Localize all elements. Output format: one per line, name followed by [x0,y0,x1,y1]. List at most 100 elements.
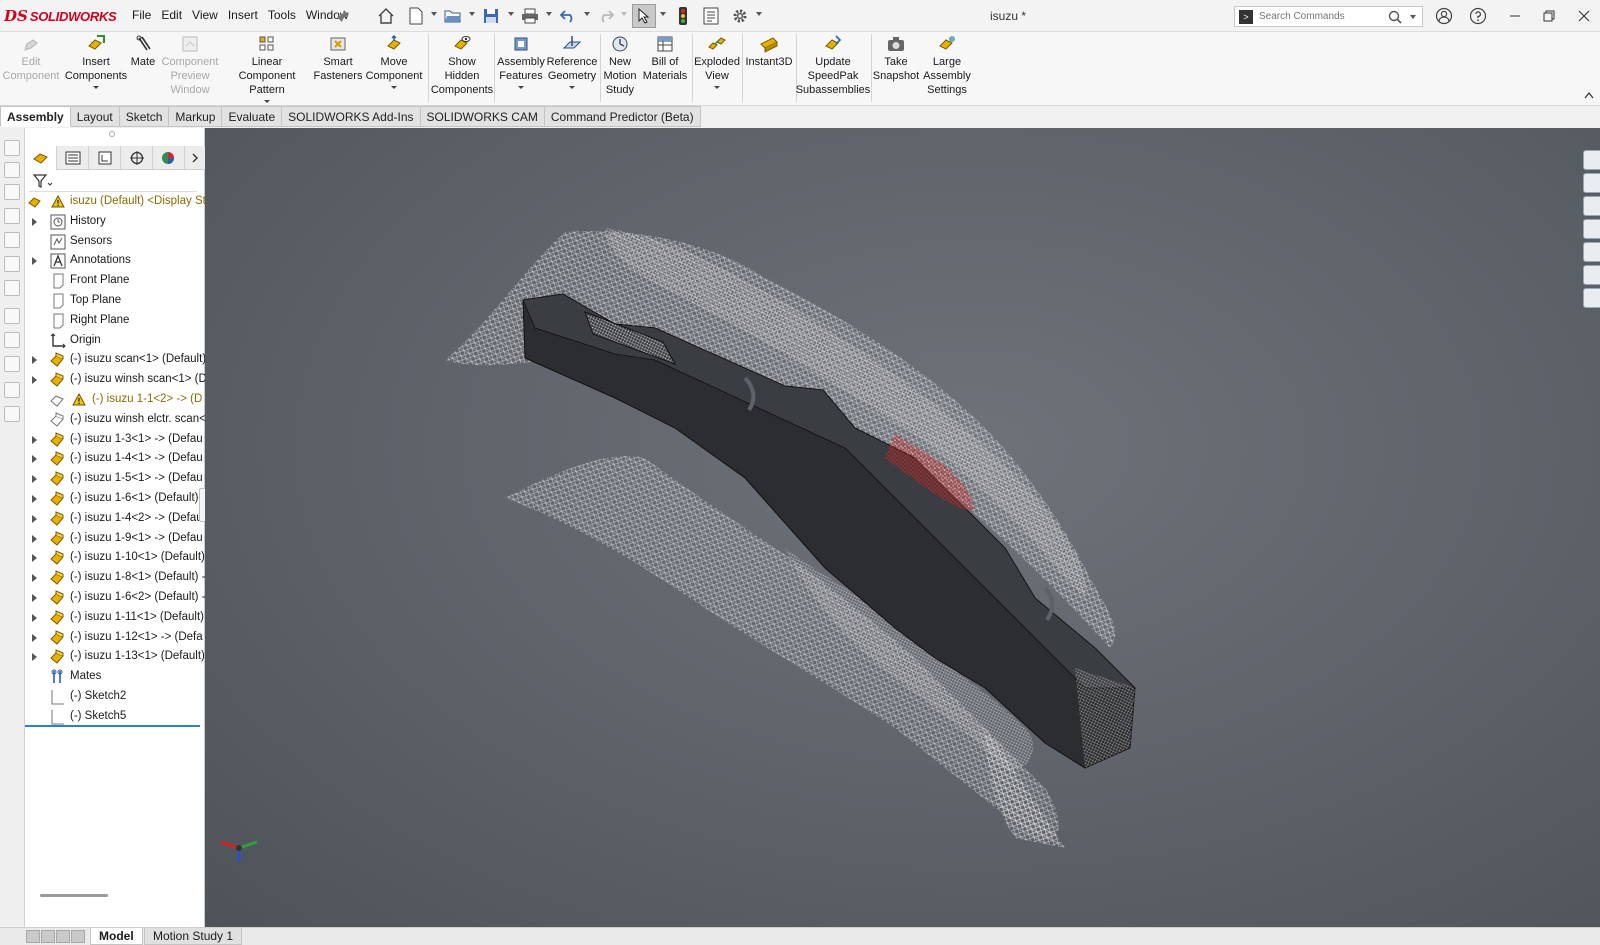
tree-item[interactable]: History [25,212,205,232]
menu-edit[interactable]: Edit [161,8,182,22]
search-icon[interactable] [1388,10,1402,24]
tree-item[interactable]: Sensors [25,232,205,252]
cam-tool-icon[interactable] [4,140,20,156]
rollback-bar[interactable] [25,725,200,727]
more-tabs-chevron-icon[interactable] [185,146,205,170]
smart-fasteners-button[interactable]: Smart Fasteners [314,34,362,83]
tree-item[interactable]: (-) isuzu 1-4<1> -> (Defau [25,449,205,469]
cam-tool-icon[interactable] [4,232,20,248]
tab-assembly[interactable]: Assembly [0,106,71,127]
exploded-view-dropdown-icon[interactable] [714,86,720,89]
expand-arrow-icon[interactable] [32,633,37,642]
tree-item[interactable]: (-) isuzu 1-3<1> -> (Defau [25,430,205,450]
help-icon[interactable] [1466,4,1490,28]
select-dropdown-icon[interactable] [660,12,666,16]
graphics-area[interactable] [205,128,1600,927]
insert-components-dropdown-icon[interactable] [93,86,99,89]
solidworks-resources-icon[interactable] [1583,150,1600,170]
insert-components-button[interactable]: Insert Components [62,34,130,89]
search-dropdown-icon[interactable] [1410,14,1416,19]
expand-arrow-icon[interactable] [32,554,37,563]
tree-item[interactable]: Right Plane [25,311,205,331]
cam-tool-icon[interactable] [4,356,20,372]
design-library-icon[interactable] [1583,196,1600,216]
undo-dropdown-icon[interactable] [584,12,590,16]
tree-item[interactable]: (-) isuzu scan<1> (Default) [25,350,205,370]
mate-button[interactable]: Mate [128,34,158,69]
expand-arrow-icon[interactable] [32,494,37,503]
first-tab-button[interactable] [26,930,40,943]
expand-arrow-icon[interactable] [32,574,37,583]
tab-motion-study-1[interactable]: Motion Study 1 [144,928,243,945]
tree-item[interactable]: Front Plane [25,271,205,291]
panel-grip-icon[interactable] [109,131,115,137]
solidworks-logo[interactable]: DS SOLIDWORKS [4,6,117,26]
new-dropdown-icon[interactable] [431,12,437,16]
custom-properties-icon[interactable] [1583,288,1600,308]
instant3d-button[interactable]: Instant3D [744,34,794,69]
new-document-icon[interactable] [405,5,427,27]
tree-item[interactable]: (-) isuzu 1-13<1> (Default) [25,647,205,667]
save-dropdown-icon[interactable] [508,12,514,16]
options-gear-icon[interactable] [729,5,751,27]
tab-solidworks-add-ins[interactable]: SOLIDWORKS Add-Ins [282,106,421,127]
move-component-dropdown-icon[interactable] [391,86,397,89]
cam-tool-icon[interactable] [4,332,20,348]
cam-tool-icon[interactable] [4,382,20,398]
linear-pattern-dropdown-icon[interactable] [264,100,270,103]
search-commands-box[interactable]: > [1234,6,1423,27]
dimxpert-tab-icon[interactable] [121,146,153,170]
tree-item[interactable]: isuzu (Default) <Display St [25,192,205,212]
undo-icon[interactable] [557,5,579,27]
cam-tool-icon[interactable] [4,308,20,324]
menu-tools[interactable]: Tools [268,8,296,22]
menu-view[interactable]: View [192,8,218,22]
close-window-icon[interactable] [1572,4,1596,28]
exploded-view-button[interactable]: Exploded View [693,34,741,89]
tab-command-predictor[interactable]: Command Predictor (Beta) [544,106,701,127]
expand-arrow-icon[interactable] [32,613,37,622]
tree-item[interactable]: (-) isuzu 1-10<1> (Default) [25,548,205,568]
take-snapshot-button[interactable]: Take Snapshot [872,34,920,83]
tree-item[interactable]: (-) isuzu 1-6<2> (Default) - [25,588,205,608]
expand-arrow-icon[interactable] [32,376,37,385]
restore-window-icon[interactable] [1537,4,1561,28]
expand-arrow-icon[interactable] [32,257,37,266]
search-commands-input[interactable] [1259,11,1384,22]
edit-component-button[interactable]: Edit Component [2,34,60,83]
cam-tool-icon[interactable] [4,280,20,296]
tab-model[interactable]: Model [90,928,143,945]
property-manager-tab-icon[interactable] [57,146,89,170]
cam-tool-icon[interactable] [4,208,20,224]
expand-arrow-icon[interactable] [32,455,37,464]
expand-arrow-icon[interactable] [32,653,37,662]
tree-item[interactable]: Top Plane [25,291,205,311]
open-folder-icon[interactable] [442,5,464,27]
display-manager-tab-icon[interactable] [153,146,185,170]
pin-icon[interactable] [332,5,354,27]
expand-arrow-icon[interactable] [32,593,37,602]
tree-item[interactable]: (-) isuzu 1-1<2> -> (D [25,390,205,410]
tab-solidworks-cam[interactable]: SOLIDWORKS CAM [420,106,545,127]
cam-tool-icon[interactable] [4,162,20,178]
file-explorer-icon[interactable] [1583,219,1600,239]
tab-markup[interactable]: Markup [169,106,223,127]
assembly-features-button[interactable]: Assembly Features [496,34,546,89]
expand-arrow-icon[interactable] [32,534,37,543]
cam-tool-icon[interactable] [4,406,20,422]
new-motion-study-button[interactable]: New Motion Study [602,34,638,97]
open-dropdown-icon[interactable] [469,12,475,16]
tab-evaluate[interactable]: Evaluate [222,106,283,127]
options-dropdown-icon[interactable] [756,12,762,16]
feature-tree-tab-icon[interactable] [25,146,57,170]
show-hidden-components-button[interactable]: Show Hidden Components [430,34,494,97]
large-assembly-settings-button[interactable]: Large Assembly Settings [922,34,972,97]
tree-item[interactable]: Annotations [25,251,205,271]
print-dropdown-icon[interactable] [546,12,552,16]
expand-arrow-icon[interactable] [32,475,37,484]
expand-arrow-icon[interactable] [32,356,37,365]
menu-file[interactable]: File [132,8,151,22]
menu-insert[interactable]: Insert [228,8,258,22]
bumper-scan-model[interactable] [205,128,1600,927]
expand-arrow-icon[interactable] [32,514,37,523]
